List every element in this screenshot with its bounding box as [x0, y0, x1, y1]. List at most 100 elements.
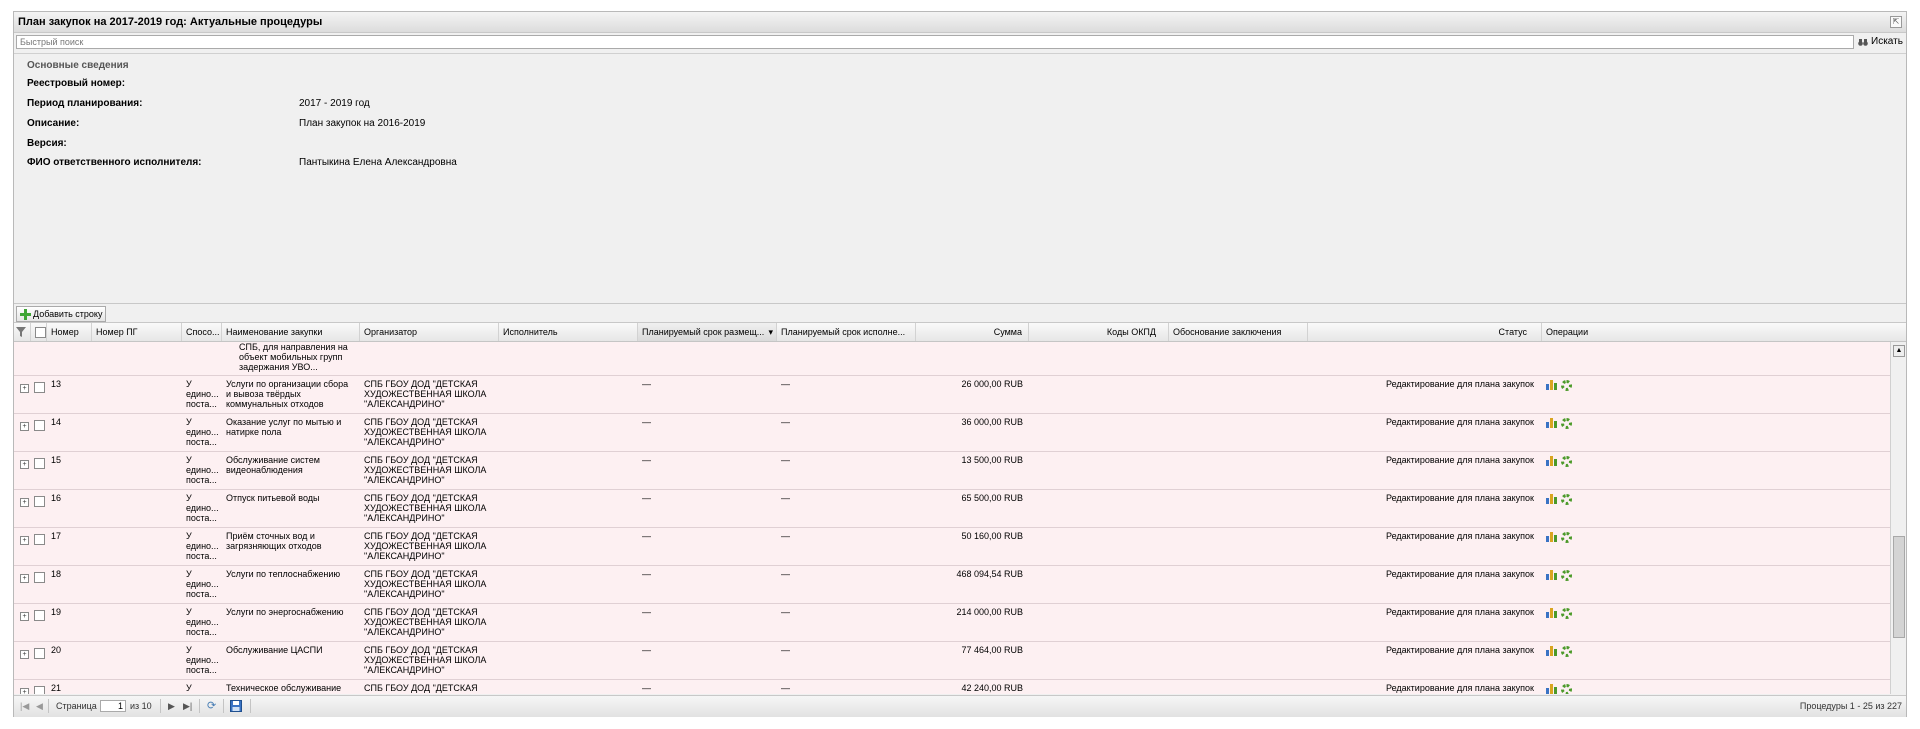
chart-icon[interactable] — [1546, 684, 1558, 694]
col-okpd[interactable]: Коды ОКПД — [1029, 323, 1169, 341]
cell-term-execution: — — [781, 569, 790, 579]
window-title: План закупок на 2017-2019 год: Актуальны… — [18, 16, 323, 28]
save-icon[interactable] — [230, 700, 242, 712]
col-operations[interactable]: Операции — [1542, 323, 1906, 341]
table-row[interactable]: + 14 У едино... поста... Оказание услуг … — [14, 414, 1890, 452]
expand-icon[interactable]: + — [20, 574, 29, 583]
chart-icon[interactable] — [1546, 608, 1558, 618]
cell-status: Редактирование для плана закупок — [1385, 569, 1534, 579]
prev-page-icon[interactable]: ◀ — [36, 701, 43, 712]
chart-icon[interactable] — [1546, 418, 1558, 428]
col-sum[interactable]: Сумма — [916, 323, 1029, 341]
chart-icon[interactable] — [1546, 456, 1558, 466]
refresh-icon[interactable]: ⟳ — [207, 699, 216, 712]
gear-icon[interactable] — [1561, 418, 1572, 429]
col-method[interactable]: Спосо... — [182, 323, 222, 341]
cell-term-placement: — — [642, 531, 651, 541]
col-number-pg[interactable]: Номер ПГ — [92, 323, 182, 341]
col-purchase-name[interactable]: Наименование закупки — [222, 323, 360, 341]
table-row[interactable]: + 19 У едино... поста... Услуги по энерг… — [14, 604, 1890, 642]
cell-organizer: СПБ ГБОУ ДОД "ДЕТСКАЯ ХУДОЖЕСТВЕННАЯ ШКО… — [364, 645, 487, 675]
cell-name: Услуги по энергоснабжению — [226, 607, 344, 617]
page-number-input[interactable] — [100, 700, 126, 712]
expand-icon[interactable]: + — [20, 688, 29, 694]
expand-icon[interactable]: + — [20, 422, 29, 431]
expand-icon[interactable]: + — [20, 498, 29, 507]
table-row[interactable]: + 16 У едино... поста... Отпуск питьевой… — [14, 490, 1890, 528]
restore-icon[interactable]: ⇱ — [1890, 16, 1902, 28]
pager-separator — [48, 699, 49, 713]
search-button[interactable]: Искать — [1858, 35, 1903, 49]
next-page-icon[interactable]: ▶ — [168, 701, 175, 712]
cell-term-execution: — — [781, 607, 790, 617]
col-planned-placement[interactable]: Планируемый срок размещ... ▾ — [638, 323, 777, 341]
expand-icon[interactable]: + — [20, 460, 29, 469]
row-checkbox[interactable] — [34, 458, 45, 469]
table-row[interactable]: + 15 У едино... поста... Обслуживание си… — [14, 452, 1890, 490]
chart-icon[interactable] — [1546, 532, 1558, 542]
info-label: ФИО ответственного исполнителя: — [27, 157, 202, 168]
cell-term-execution: — — [781, 455, 790, 465]
row-checkbox[interactable] — [34, 648, 45, 659]
col-justification[interactable]: Обоснование заключения — [1169, 323, 1308, 341]
col-number[interactable]: Номер — [47, 323, 92, 341]
table-row[interactable]: СПБ, для направления на объект мобильных… — [14, 342, 1890, 376]
col-organizer[interactable]: Организатор — [360, 323, 499, 341]
search-button-label: Искать — [1871, 36, 1903, 47]
grid-header: Номер Номер ПГ Спосо... Наименование зак… — [14, 323, 1906, 342]
expand-icon[interactable]: + — [20, 384, 29, 393]
gear-icon[interactable] — [1561, 532, 1572, 543]
row-checkbox[interactable] — [34, 686, 45, 694]
info-value: План закупок на 2016-2019 — [299, 118, 426, 129]
gear-icon[interactable] — [1561, 608, 1572, 619]
row-checkbox[interactable] — [34, 496, 45, 507]
add-row-button[interactable]: Добавить строку — [16, 306, 107, 322]
gear-icon[interactable] — [1561, 380, 1572, 391]
chart-icon[interactable] — [1546, 646, 1558, 656]
table-row[interactable]: + 13 У едино... поста... Услуги по орган… — [14, 376, 1890, 414]
scroll-thumb[interactable] — [1893, 536, 1905, 638]
expand-icon[interactable]: + — [20, 650, 29, 659]
gear-icon[interactable] — [1561, 456, 1572, 467]
col-status[interactable]: Статус — [1308, 323, 1542, 341]
gear-icon[interactable] — [1561, 646, 1572, 657]
gear-icon[interactable] — [1561, 684, 1572, 694]
cell-name: Отпуск питьевой воды — [226, 493, 320, 503]
col-executor[interactable]: Исполнитель — [499, 323, 638, 341]
row-checkbox[interactable] — [34, 610, 45, 621]
chart-icon[interactable] — [1546, 494, 1558, 504]
cell-sum: 65 500,00 RUB — [961, 493, 1023, 503]
vertical-scrollbar[interactable]: ▲ — [1890, 342, 1906, 694]
select-all-checkbox[interactable] — [31, 323, 47, 341]
first-page-icon[interactable]: |◀ — [20, 701, 29, 712]
row-checkbox[interactable] — [34, 534, 45, 545]
row-operations — [1546, 494, 1572, 505]
table-row[interactable]: + 20 У едино... поста... Обслуживание ЦА… — [14, 642, 1890, 680]
chart-icon[interactable] — [1546, 380, 1558, 390]
cell-term-execution: — — [781, 683, 790, 693]
cell-status: Редактирование для плана закупок — [1385, 683, 1534, 693]
gear-icon[interactable] — [1561, 570, 1572, 581]
row-checkbox[interactable] — [34, 420, 45, 431]
expand-icon[interactable]: + — [20, 536, 29, 545]
table-row[interactable]: + 17 У едино... поста... Приём сточных в… — [14, 528, 1890, 566]
cell-organizer: СПБ ГБОУ ДОД "ДЕТСКАЯ ХУДОЖЕСТВЕННАЯ ШКО… — [364, 683, 486, 694]
gear-icon[interactable] — [1561, 494, 1572, 505]
scroll-up-arrow[interactable]: ▲ — [1893, 345, 1905, 357]
chart-icon[interactable] — [1546, 570, 1558, 580]
table-row[interactable]: + 18 У едино... поста... Услуги по тепло… — [14, 566, 1890, 604]
last-page-icon[interactable]: ▶| — [183, 701, 192, 712]
expand-icon[interactable]: + — [20, 612, 29, 621]
table-row[interactable]: + 21 У едино... поста... Техническое обс… — [14, 680, 1890, 694]
filter-icon[interactable] — [14, 323, 31, 341]
row-checkbox[interactable] — [34, 572, 45, 583]
cell-organizer: СПБ ГБОУ ДОД "ДЕТСКАЯ ХУДОЖЕСТВЕННАЯ ШКО… — [364, 531, 487, 561]
cell-organizer: СПБ ГБОУ ДОД "ДЕТСКАЯ ХУДОЖЕСТВЕННАЯ ШКО… — [364, 569, 487, 599]
cell-term-placement: — — [642, 607, 651, 617]
row-checkbox[interactable] — [34, 382, 45, 393]
info-legend: Основные сведения — [27, 60, 129, 71]
col-planned-execution[interactable]: Планируемый срок исполне... — [777, 323, 916, 341]
search-input[interactable] — [17, 36, 1853, 48]
cell-number: 19 — [51, 607, 62, 617]
grid-toolbar: Добавить строку — [14, 303, 1906, 323]
